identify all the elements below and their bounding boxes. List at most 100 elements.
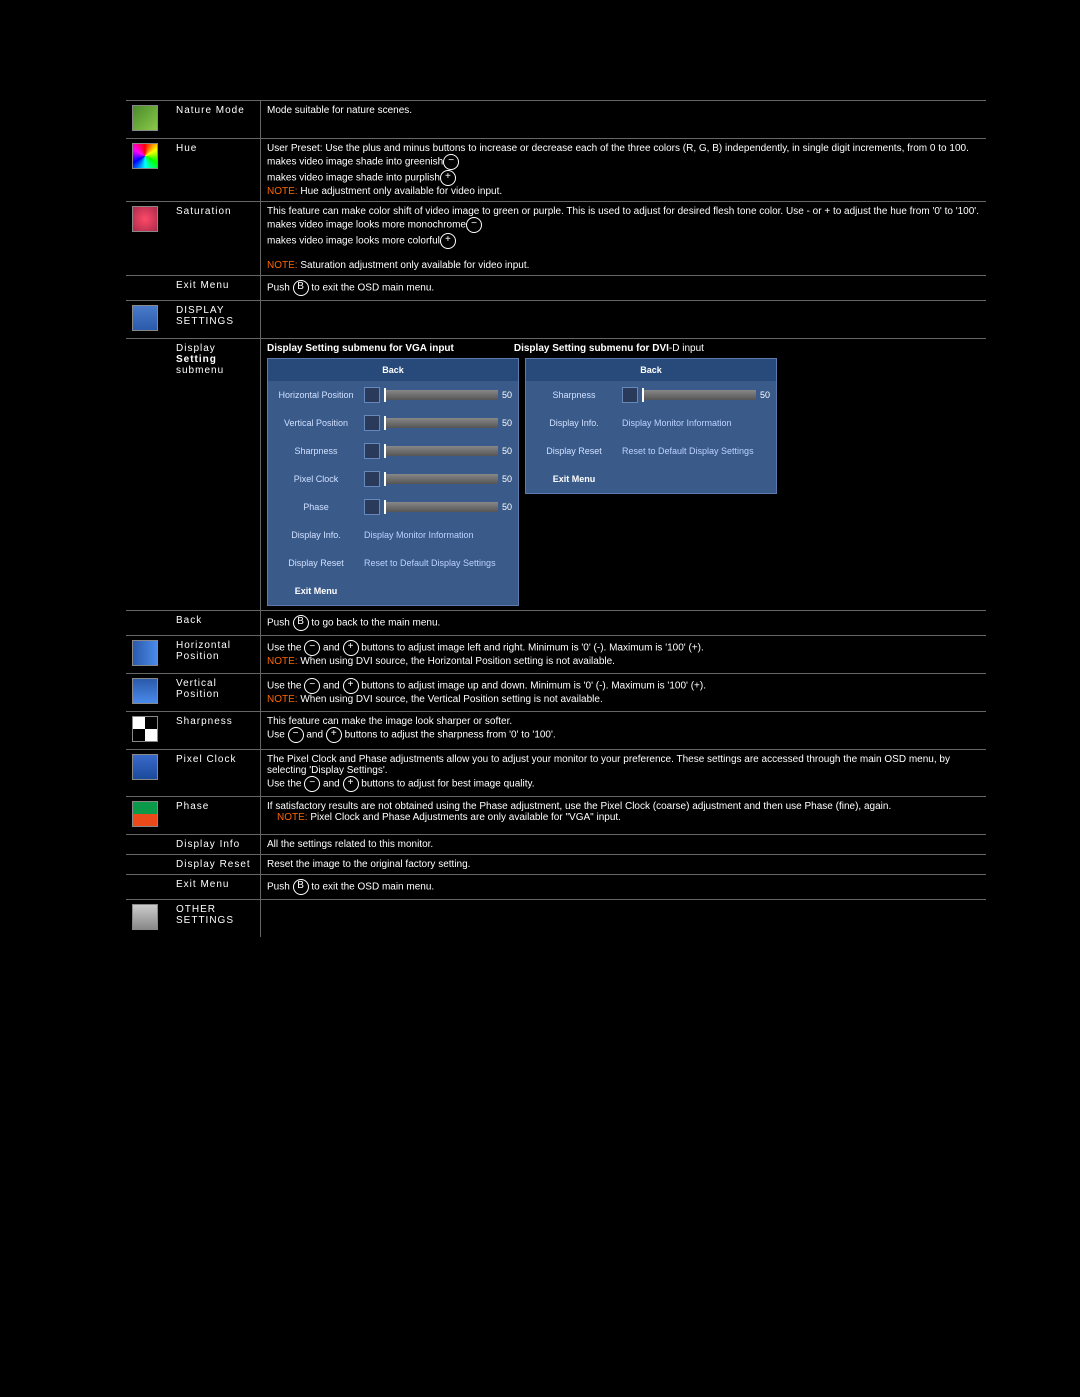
desc-line: Mode suitable for nature scenes.: [267, 105, 980, 116]
desc-line: NOTE: Hue adjustment only available for …: [267, 186, 980, 197]
osd-row[interactable]: Vertical Position50: [268, 409, 518, 437]
hpos-icon: [132, 640, 158, 666]
plus-icon: +: [343, 776, 359, 792]
osd-row[interactable]: Display ResetReset to Default Display Se…: [526, 437, 776, 465]
vpos-icon: [132, 678, 158, 704]
minus-icon: −: [443, 154, 459, 170]
desc-line: makes video image shade into greenish−: [267, 154, 980, 170]
slider-icon: [364, 415, 380, 431]
row-label: Nature Mode: [170, 101, 261, 139]
osd-row[interactable]: Sharpness50: [526, 381, 776, 409]
minus-icon: −: [304, 640, 320, 656]
row-label: Horizontal Position: [170, 636, 261, 674]
minus-icon: −: [466, 217, 482, 233]
slider-icon: [364, 443, 380, 459]
desc-line: Push B to go back to the main menu.: [267, 615, 980, 631]
osd-row[interactable]: Pixel Clock50: [268, 465, 518, 493]
row-label: Hue: [170, 139, 261, 202]
plus-icon: +: [343, 678, 359, 694]
phase-icon: [132, 801, 158, 827]
plus-icon: +: [326, 727, 342, 743]
desc-line: [267, 249, 980, 260]
display-settings-icon: [132, 305, 158, 331]
row-label: Vertical Position: [170, 674, 261, 712]
minus-icon: −: [304, 678, 320, 694]
desc-line: NOTE: Pixel Clock and Phase Adjustments …: [267, 812, 980, 823]
osd-row[interactable]: Sharpness50: [268, 437, 518, 465]
hue-icon: [132, 143, 158, 169]
menu-button-icon: B: [293, 879, 309, 895]
osd-row[interactable]: Exit Menu: [526, 465, 776, 493]
desc-line: makes video image looks more monochrome−: [267, 217, 980, 233]
desc-line: makes video image looks more colorful+: [267, 233, 980, 249]
osd-help-table: Nature Mode Mode suitable for nature scen…: [126, 100, 986, 937]
desc-line: Reset the image to the original factory …: [267, 859, 980, 870]
plus-icon: +: [343, 640, 359, 656]
slider-icon: [364, 499, 380, 515]
desc-line: makes video image shade into purplish+: [267, 170, 980, 186]
sharpness-icon: [132, 716, 158, 742]
desc-line: Use the − and + buttons to adjust for be…: [267, 776, 980, 792]
menu-button-icon: B: [293, 615, 309, 631]
menu-button-icon: B: [293, 280, 309, 296]
osd-action[interactable]: Reset to Default Display Settings: [622, 446, 754, 456]
desc-line: Push B to exit the OSD main menu.: [267, 879, 980, 895]
osd-row[interactable]: Display Info.Display Monitor Information: [268, 521, 518, 549]
osd-back[interactable]: Back: [268, 359, 518, 381]
osd-action[interactable]: Display Monitor Information: [622, 418, 732, 428]
slider-icon: [364, 471, 380, 487]
desc-line: This feature can make the image look sha…: [267, 716, 980, 727]
osd-submenu: BackSharpness50Display Info.Display Moni…: [525, 358, 777, 494]
osd-row[interactable]: Horizontal Position50: [268, 381, 518, 409]
osd-back[interactable]: Back: [526, 359, 776, 381]
slider-value: 50: [502, 390, 512, 400]
slider-value: 50: [502, 446, 512, 456]
row-label: DISPLAY SETTINGS: [170, 301, 261, 339]
desc-line: The Pixel Clock and Phase adjustments al…: [267, 754, 980, 776]
osd-submenu: BackHorizontal Position50Vertical Positi…: [267, 358, 519, 606]
slider[interactable]: [384, 446, 498, 456]
desc-line: This feature can make color shift of vid…: [267, 206, 980, 217]
osd-row[interactable]: Display ResetReset to Default Display Se…: [268, 549, 518, 577]
osd-row[interactable]: Display Info.Display Monitor Information: [526, 409, 776, 437]
row-label: Back: [170, 611, 261, 636]
slider[interactable]: [384, 474, 498, 484]
row-label: Phase: [170, 797, 261, 835]
slider-icon: [364, 387, 380, 403]
desc-line: Use the − and + buttons to adjust image …: [267, 640, 980, 656]
slider[interactable]: [384, 390, 498, 400]
nature-icon: [132, 105, 158, 131]
slider-value: 50: [502, 502, 512, 512]
slider-icon: [622, 387, 638, 403]
osd-row[interactable]: Phase50: [268, 493, 518, 521]
row-label: Display Reset: [170, 855, 261, 875]
row-label: Saturation: [170, 202, 261, 276]
dvi-heading: Display Setting submenu for DVI-D input: [514, 343, 704, 354]
desc-line: All the settings related to this monitor…: [267, 839, 980, 850]
osd-action[interactable]: Display Monitor Information: [364, 530, 474, 540]
minus-icon: −: [304, 776, 320, 792]
other-settings-icon: [132, 904, 158, 930]
desc-line: Use the − and + buttons to adjust image …: [267, 678, 980, 694]
slider-value: 50: [760, 390, 770, 400]
plus-icon: +: [440, 170, 456, 186]
plus-icon: +: [440, 233, 456, 249]
row-label: Pixel Clock: [170, 750, 261, 797]
vga-heading: Display Setting submenu for VGA input: [267, 343, 454, 354]
desc-line: User Preset: Use the plus and minus butt…: [267, 143, 980, 154]
desc-line: NOTE: When using DVI source, the Horizon…: [267, 656, 980, 667]
row-label: OTHER SETTINGS: [170, 900, 261, 938]
desc-line: NOTE: When using DVI source, the Vertica…: [267, 694, 980, 705]
row-label: Sharpness: [170, 712, 261, 750]
slider[interactable]: [642, 390, 756, 400]
row-label: Exit Menu: [170, 875, 261, 900]
osd-row[interactable]: Exit Menu: [268, 577, 518, 605]
slider[interactable]: [384, 502, 498, 512]
desc-line: Push B to exit the OSD main menu.: [267, 280, 980, 296]
osd-action[interactable]: Reset to Default Display Settings: [364, 558, 496, 568]
row-label: Exit Menu: [170, 276, 261, 301]
slider[interactable]: [384, 418, 498, 428]
minus-icon: −: [288, 727, 304, 743]
slider-value: 50: [502, 474, 512, 484]
row-label: Display Info: [170, 835, 261, 855]
